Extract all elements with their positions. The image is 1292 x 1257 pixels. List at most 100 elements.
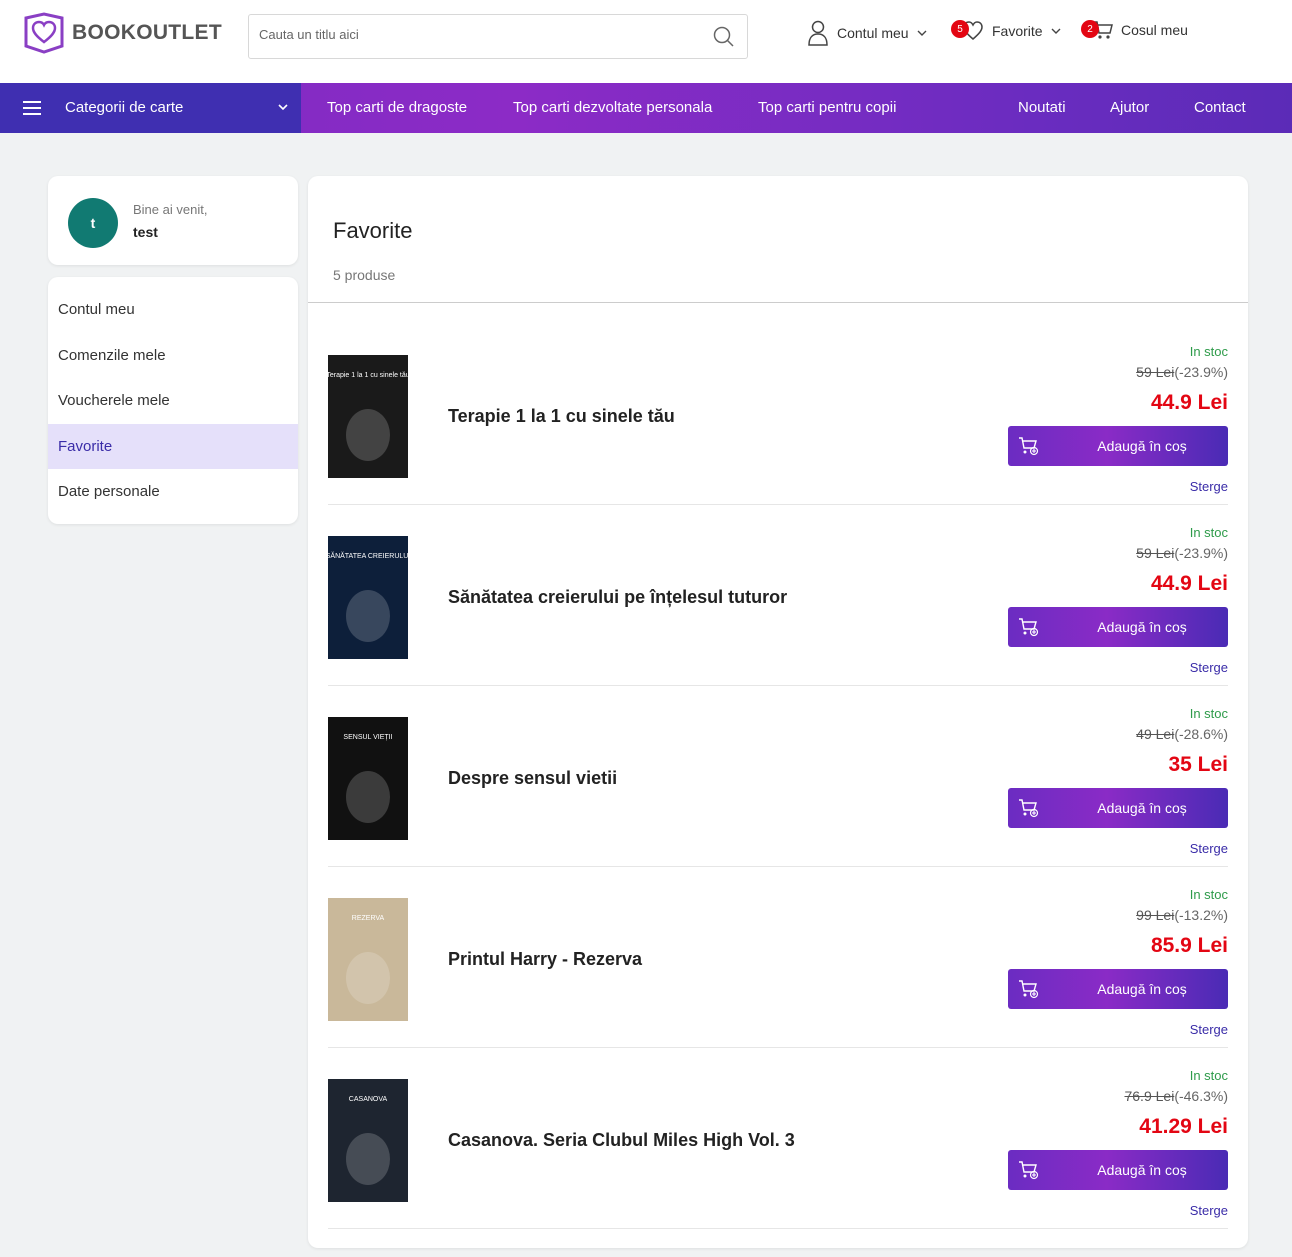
nav-link-top-dragoste[interactable]: Top carti de dragoste [327, 99, 467, 116]
product-title[interactable]: Printul Harry - Rezerva [448, 949, 642, 970]
cart-count-badge: 2 [1081, 20, 1099, 38]
divider [308, 302, 1248, 303]
chevron-down-icon [278, 104, 288, 111]
add-to-cart-icon [1019, 1161, 1039, 1180]
user-icon [808, 20, 828, 46]
product-row: SENSUL VIEȚII Despre sensul vietii In stoc… [328, 686, 1228, 867]
welcome-card: t Bine ai venit, test [48, 176, 298, 265]
cover-title-text: SENSUL VIEȚII [343, 734, 392, 741]
sidebar-item-comenzile-mele[interactable]: Comenzile mele [48, 333, 298, 378]
search-box [248, 14, 748, 59]
book-cover-image[interactable]: SĂNĂTATEA CREIERULUI [328, 536, 408, 659]
username: test [133, 224, 158, 240]
cover-title-text: Terapie 1 la 1 cu sinele tău [328, 372, 408, 379]
logo[interactable]: BOOKOUTLET [22, 12, 222, 54]
book-cover-image[interactable]: SENSUL VIEȚII [328, 717, 408, 840]
remove-favorite-link[interactable]: Sterge [1190, 479, 1228, 494]
current-price: 41.29 Lei [1139, 1115, 1228, 1138]
book-cover-art: REZERVA [328, 898, 408, 1021]
cover-figure [346, 1133, 390, 1185]
page-title: Favorite [333, 218, 413, 243]
stock-status: In stoc [1189, 344, 1228, 359]
add-to-cart-icon [1019, 799, 1039, 818]
add-to-cart-label: Adaugă în coș [1097, 619, 1187, 635]
old-price-line: 99 Lei(-13.2%) [1136, 907, 1228, 923]
favorites-menu[interactable]: Favorite [962, 20, 1063, 42]
old-price: 59 Lei [1136, 364, 1175, 380]
nav-link-contact[interactable]: Contact [1194, 99, 1246, 116]
heart-book-logo-icon [24, 12, 64, 54]
add-to-cart-button[interactable]: Adaugă în coș [1008, 1150, 1228, 1190]
book-cover-image[interactable]: REZERVA [328, 898, 408, 1021]
remove-favorite-link[interactable]: Sterge [1190, 1022, 1228, 1037]
current-price: 35 Lei [1168, 753, 1228, 776]
chevron-down-icon [917, 30, 927, 36]
product-title[interactable]: Terapie 1 la 1 cu sinele tău [448, 406, 675, 427]
nav-link-top-copii[interactable]: Top carti pentru copii [758, 99, 896, 116]
add-to-cart-button[interactable]: Adaugă în coș [1008, 607, 1228, 647]
add-to-cart-label: Adaugă în coș [1097, 1162, 1187, 1178]
product-title[interactable]: Despre sensul vietii [448, 768, 617, 789]
sidebar-item-voucherele-mele[interactable]: Voucherele mele [48, 378, 298, 423]
old-price-line: 76.9 Lei(-46.3%) [1124, 1088, 1228, 1104]
favorites-panel: Favorite 5 produse Terapie 1 la 1 cu sin… [308, 176, 1248, 1248]
add-to-cart-icon [1019, 980, 1039, 999]
remove-favorite-link[interactable]: Sterge [1190, 841, 1228, 856]
add-to-cart-button[interactable]: Adaugă în coș [1008, 426, 1228, 466]
add-to-cart-button[interactable]: Adaugă în coș [1008, 969, 1228, 1009]
old-price-line: 59 Lei(-23.9%) [1136, 545, 1228, 561]
add-to-cart-button[interactable]: Adaugă în coș [1008, 788, 1228, 828]
add-to-cart-label: Adaugă în coș [1097, 800, 1187, 816]
product-row: SĂNĂTATEA CREIERULUI Sănătatea creierului… [328, 505, 1228, 686]
current-price: 44.9 Lei [1150, 391, 1228, 414]
product-row: CASANOVA Casanova. Seria Clubul Miles Hig… [328, 1048, 1228, 1229]
remove-favorite-link[interactable]: Sterge [1190, 660, 1228, 675]
old-price-line: 59 Lei(-23.9%) [1136, 364, 1228, 380]
book-cover-art: CASANOVA [328, 1079, 408, 1202]
cover-figure [346, 409, 390, 461]
remove-favorite-link[interactable]: Sterge [1190, 1203, 1228, 1218]
search-input[interactable] [259, 27, 699, 42]
book-cover-art: SENSUL VIEȚII [328, 717, 408, 840]
discount-percent: (-46.3%) [1174, 1088, 1228, 1104]
discount-percent: (-28.6%) [1174, 726, 1228, 742]
old-price: 59 Lei [1136, 545, 1175, 561]
account-menu[interactable]: Contul meu [807, 20, 929, 46]
product-title[interactable]: Casanova. Seria Clubul Miles High Vol. 3 [448, 1130, 795, 1151]
row-divider [328, 1228, 1228, 1229]
cart-menu[interactable]: Cosul meu [1093, 20, 1188, 40]
discount-percent: (-23.9%) [1174, 364, 1228, 380]
nav-link-noutati[interactable]: Noutati [1018, 99, 1066, 116]
logo-text: BOOKOUTLET [72, 21, 222, 44]
search-icon[interactable] [713, 26, 735, 48]
stock-status: In stoc [1189, 1068, 1228, 1083]
main-navbar: Categorii de carte Top carti de dragoste… [0, 83, 1292, 133]
cover-title-text: SĂNĂTATEA CREIERULUI [328, 551, 408, 560]
old-price-line: 49 Lei(-28.6%) [1136, 726, 1228, 742]
sidebar-item-contul-meu[interactable]: Contul meu [48, 287, 298, 332]
categories-dropdown[interactable]: Categorii de carte [0, 83, 301, 133]
sidebar-item-date-personale[interactable]: Date personale [48, 469, 298, 514]
book-cover-art: Terapie 1 la 1 cu sinele tău [328, 355, 408, 478]
discount-percent: (-23.9%) [1174, 545, 1228, 561]
account-label: Contul meu [837, 25, 909, 41]
favorites-label: Favorite [992, 23, 1043, 39]
sidebar-item-favorite[interactable]: Favorite [48, 424, 298, 469]
book-cover-image[interactable]: CASANOVA [328, 1079, 408, 1202]
nav-link-top-dezvoltare[interactable]: Top carti dezvoltate personala [513, 99, 712, 116]
stock-status: In stoc [1189, 887, 1228, 902]
product-count: 5 produse [333, 267, 396, 283]
cover-title-text: CASANOVA [349, 1096, 388, 1103]
product-title[interactable]: Sănătatea creierului pe înțelesul tuturo… [448, 587, 787, 608]
account-sidebar-menu: Contul meu Comenzile mele Voucherele mel… [48, 277, 298, 524]
discount-percent: (-13.2%) [1174, 907, 1228, 923]
add-to-cart-label: Adaugă în coș [1097, 438, 1187, 454]
product-row: REZERVA Printul Harry - Rezerva In stoc 99 … [328, 867, 1228, 1048]
old-price: 49 Lei [1136, 726, 1175, 742]
categories-label: Categorii de carte [65, 99, 184, 116]
cover-figure [346, 771, 390, 823]
book-cover-image[interactable]: Terapie 1 la 1 cu sinele tău [328, 355, 408, 478]
add-to-cart-icon [1019, 618, 1039, 637]
greeting-text: Bine ai venit, [133, 202, 208, 217]
nav-link-ajutor[interactable]: Ajutor [1110, 99, 1149, 116]
